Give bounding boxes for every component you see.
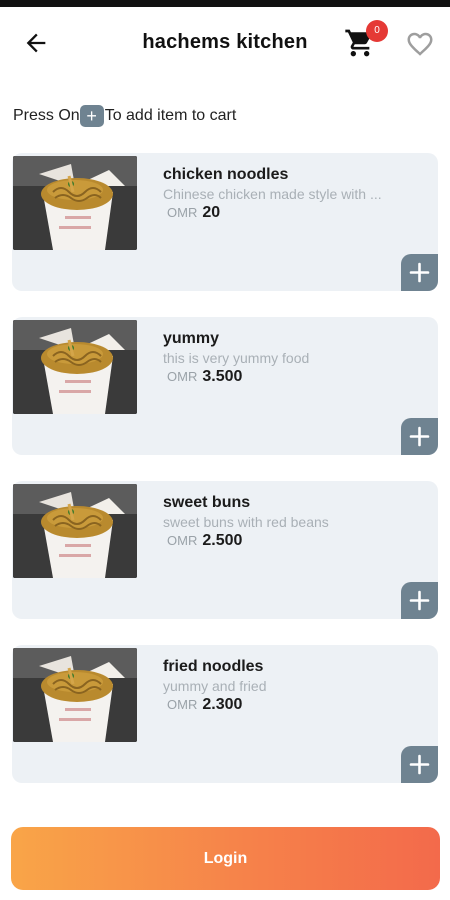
item-name: yummy [163,330,220,347]
menu-item-card[interactable]: chicken noodles Chinese chicken made sty… [12,153,438,291]
cart-count-badge: 0 [366,20,388,42]
currency-label: OMR [167,205,198,220]
login-button[interactable]: Login [11,827,440,890]
plus-icon: + [79,105,104,127]
add-to-cart-button[interactable] [401,254,438,291]
menu-item-card[interactable]: yummy this is very yummy food OMR 3.500 [12,317,438,455]
status-bar [0,0,450,7]
heart-outline-icon [407,32,433,56]
currency-label: OMR [167,369,198,384]
food-image [13,484,137,578]
price-row: OMR 2.500 [167,532,242,550]
food-image [13,648,137,742]
food-image [13,156,137,250]
item-description: sweet buns with red beans [163,514,329,530]
add-to-cart-button[interactable] [401,582,438,619]
hint-text-after: To add item to cart [104,107,237,124]
item-name: fried noodles [163,658,264,675]
item-description: this is very yummy food [163,350,310,366]
item-price: 2.500 [202,532,243,549]
price-row: OMR 3.500 [167,368,242,386]
menu-item-card[interactable]: fried noodles yummy and fried OMR 2.300 [12,645,438,783]
item-price: 20 [202,204,221,221]
item-name: sweet buns [163,494,251,511]
price-row: OMR 2.300 [167,696,242,714]
item-description: yummy and fried [163,678,267,694]
item-name: chicken noodles [163,166,289,183]
app-header: hachems kitchen 0 [0,7,450,77]
add-to-cart-button[interactable] [401,418,438,455]
add-to-cart-button[interactable] [401,746,438,783]
plus-icon [409,590,430,611]
add-to-cart-hint: Press On + To add item to cart [13,105,236,127]
currency-label: OMR [167,697,198,712]
plus-icon [409,262,430,283]
hint-text-before: Press On [13,107,80,124]
plus-icon [409,754,430,775]
currency-label: OMR [167,533,198,548]
favorites-button[interactable] [405,29,435,59]
food-image [13,320,137,414]
item-price: 2.300 [202,696,243,713]
menu-item-card[interactable]: sweet buns sweet buns with red beans OMR… [12,481,438,619]
price-row: OMR 20 [167,204,220,222]
plus-icon [409,426,430,447]
item-description: Chinese chicken made style with ... [163,186,382,202]
item-price: 3.500 [202,368,243,385]
